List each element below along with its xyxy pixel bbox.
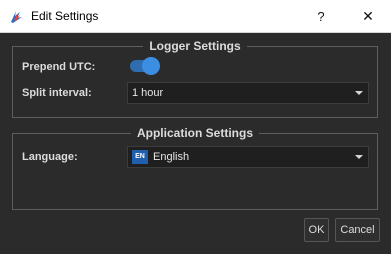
language-label: Language: xyxy=(22,151,78,163)
language-select[interactable]: EN English xyxy=(127,146,369,168)
ok-button[interactable]: OK xyxy=(304,218,329,242)
prepend-utc-toggle[interactable] xyxy=(128,57,160,75)
application-settings-group: Application Settings xyxy=(12,126,378,210)
window-title: Edit Settings xyxy=(31,9,99,23)
toggle-knob xyxy=(142,57,160,75)
chevron-down-icon xyxy=(355,91,363,95)
app-logo-icon xyxy=(11,11,22,23)
split-interval-value: 1 hour xyxy=(132,87,164,99)
cancel-button[interactable]: Cancel xyxy=(335,218,380,242)
prepend-utc-label: Prepend UTC: xyxy=(22,61,96,73)
language-value: English xyxy=(153,151,190,163)
logger-settings-title: Logger Settings xyxy=(143,39,247,53)
application-settings-title: Application Settings xyxy=(130,126,259,140)
split-interval-label: Split interval: xyxy=(22,87,92,99)
chevron-down-icon xyxy=(355,155,363,159)
split-interval-select[interactable]: 1 hour xyxy=(127,82,369,104)
title-bar: Edit Settings ? ✕ xyxy=(0,0,391,33)
language-flag-icon: EN xyxy=(132,150,148,164)
close-button[interactable]: ✕ xyxy=(345,0,391,33)
help-button[interactable]: ? xyxy=(298,0,344,33)
edit-settings-dialog: Edit Settings ? ✕ Logger Settings Prepen… xyxy=(0,0,391,254)
